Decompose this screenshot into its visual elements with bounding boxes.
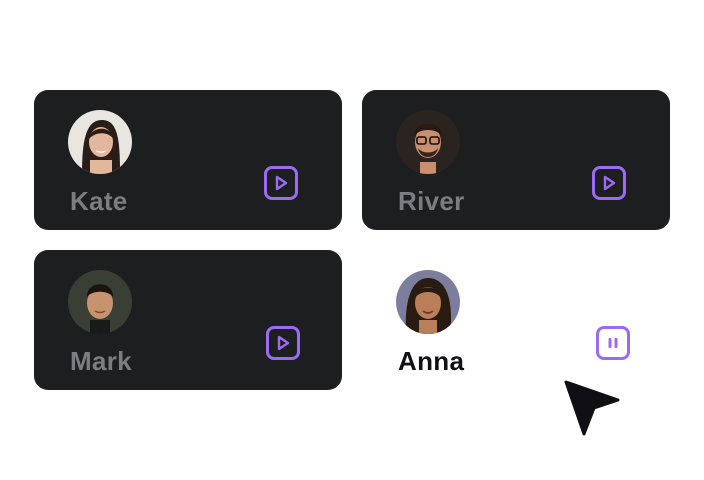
voice-picker: Kate River Mark Anna [0,0,704,480]
voice-name: River [398,186,465,216]
avatar [68,110,132,174]
voice-name: Kate [70,186,128,216]
avatar [396,110,460,174]
pause-button[interactable] [596,326,630,360]
cursor-arrow-icon [564,380,620,436]
play-icon [603,175,616,191]
pause-icon [608,338,618,348]
voice-card-mark[interactable]: Mark [34,250,342,390]
play-button[interactable] [592,166,626,200]
voice-name: Anna [398,346,465,376]
play-button[interactable] [266,326,300,360]
play-icon [275,175,288,191]
play-button[interactable] [264,166,298,200]
play-icon [277,335,290,351]
voice-card-kate[interactable]: Kate [34,90,342,230]
voice-card-river[interactable]: River [362,90,670,230]
voice-name: Mark [70,346,132,376]
avatar [68,270,132,334]
voice-card-anna[interactable]: Anna [362,250,670,390]
avatar [396,270,460,334]
